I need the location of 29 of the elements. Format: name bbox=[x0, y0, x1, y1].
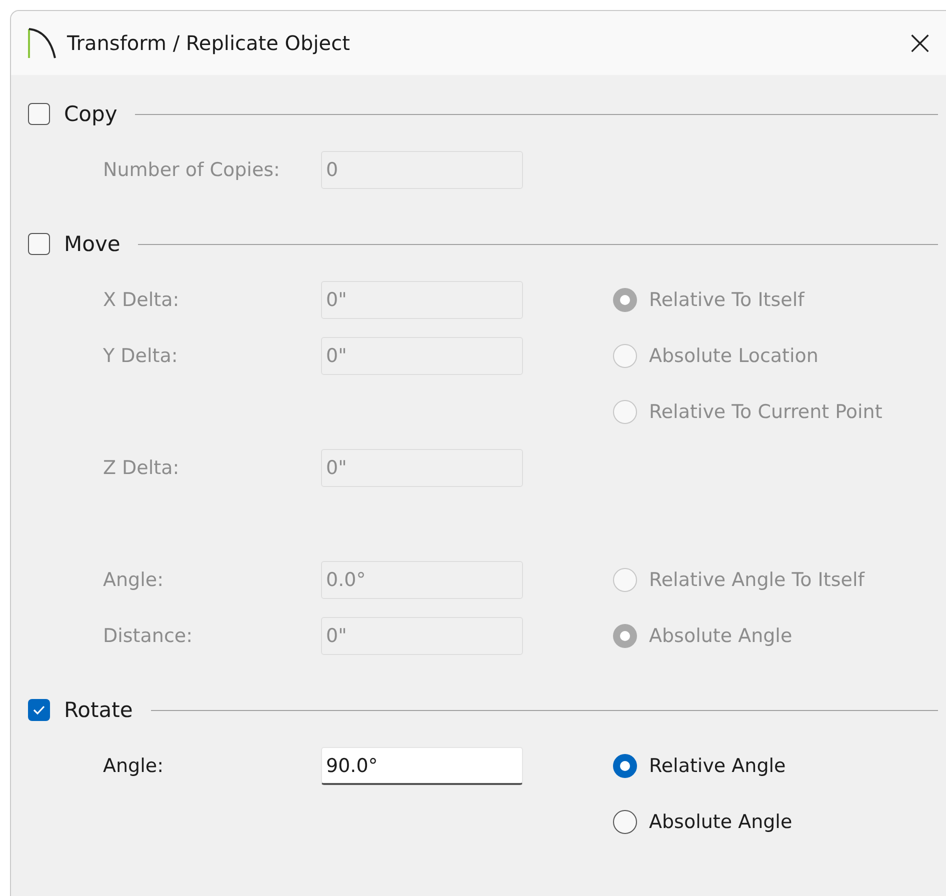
field-label: Z Delta: bbox=[103, 457, 180, 479]
checkmark-icon bbox=[32, 704, 46, 716]
field-label: Y Delta: bbox=[103, 345, 179, 367]
radio-label: Absolute Location bbox=[649, 345, 818, 367]
field-label: Angle: bbox=[103, 569, 164, 591]
section-label: Rotate bbox=[64, 698, 133, 722]
radio-label: Relative To Itself bbox=[649, 289, 804, 311]
input-field[interactable]: 90.0° bbox=[321, 747, 523, 785]
field-label: Number of Copies: bbox=[103, 159, 281, 181]
radio-button[interactable] bbox=[613, 754, 637, 778]
radio-label: Absolute Angle bbox=[649, 811, 792, 833]
field-label: Distance: bbox=[103, 625, 194, 647]
checkbox[interactable] bbox=[28, 233, 50, 255]
arc-icon bbox=[27, 27, 57, 59]
radio-button[interactable] bbox=[613, 810, 637, 834]
checkbox[interactable] bbox=[28, 103, 50, 125]
checkbox[interactable] bbox=[28, 699, 50, 721]
field-label: X Delta: bbox=[103, 289, 180, 311]
radio-label: Relative Angle To Itself bbox=[649, 569, 864, 591]
radio-label: Relative Angle bbox=[649, 755, 786, 777]
section-label: Move bbox=[64, 232, 120, 256]
radio-label: Relative To Current Point bbox=[649, 401, 882, 423]
window-title: Transform / Replicate Object bbox=[67, 31, 351, 55]
radio-button[interactable] bbox=[613, 624, 637, 648]
close-button[interactable]: × bbox=[898, 21, 942, 65]
radio-label: Absolute Angle bbox=[649, 625, 792, 647]
radio-button[interactable] bbox=[613, 288, 637, 312]
section-label: Copy bbox=[64, 102, 118, 126]
field-label: Angle: bbox=[103, 755, 164, 777]
